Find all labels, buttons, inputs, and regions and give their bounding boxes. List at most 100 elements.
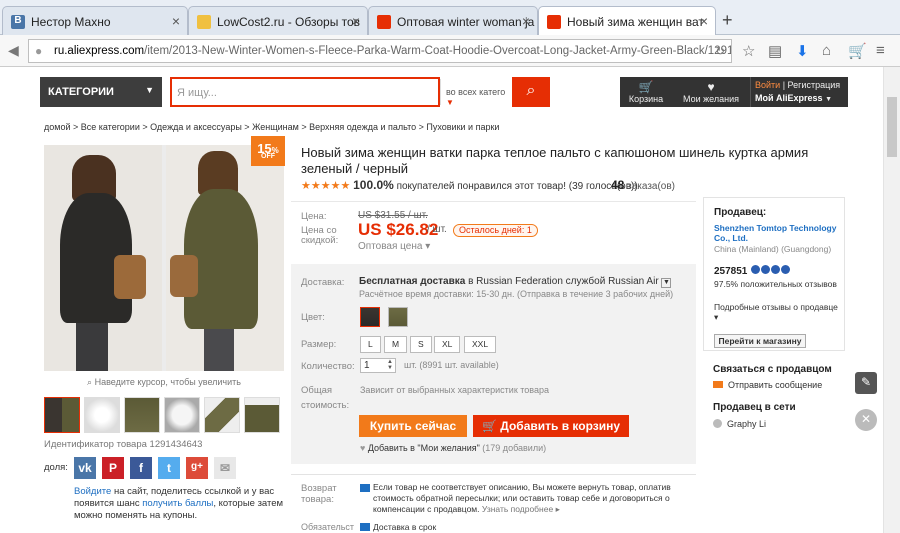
close-circle-icon[interactable]: ✕ xyxy=(855,409,877,431)
url-field[interactable]: ● ru.aliexpress.com/item/2013-New-Winter… xyxy=(28,39,732,63)
facebook-share-icon[interactable]: f xyxy=(130,457,152,479)
register-link[interactable]: | Регистрация xyxy=(783,80,840,90)
delivery-time-icon xyxy=(360,523,370,531)
close-icon[interactable]: × xyxy=(172,13,180,29)
breadcrumb[interactable]: домой > Все категории > Одежда и аксессу… xyxy=(44,122,499,132)
browser-tab[interactable]: LowCost2.ru - Обзоры тов × xyxy=(188,6,368,36)
color-option-green[interactable] xyxy=(388,307,408,327)
categories-button[interactable]: КАТЕГОРИИ ▼ xyxy=(40,77,162,107)
search-scope-value: во всех катего xyxy=(446,87,506,97)
chevron-down-icon: ▼ xyxy=(446,98,454,107)
quantity-value[interactable]: 1 xyxy=(364,360,370,371)
size-option[interactable]: S xyxy=(410,336,432,353)
quantity-stepper[interactable]: 1 ▲ ▼ xyxy=(360,358,396,373)
browser-tab-bar: В Нестор Махно × LowCost2.ru - Обзоры то… xyxy=(0,0,900,36)
cart-link[interactable]: 🛒 Корзина xyxy=(620,77,672,107)
categories-label: КАТЕГОРИИ xyxy=(48,86,114,98)
pinterest-share-icon[interactable]: P xyxy=(102,457,124,479)
login-link[interactable]: Войти xyxy=(755,80,780,90)
size-option[interactable]: XXL xyxy=(464,336,497,353)
add-to-cart-label: Добавить в корзину xyxy=(500,419,621,433)
color-option-black[interactable] xyxy=(360,307,380,327)
thumbnail-strip xyxy=(44,397,284,433)
size-option[interactable]: XL xyxy=(434,336,461,353)
visit-store-button[interactable]: Перейти к магазину xyxy=(714,334,806,348)
shopping-cart-icon[interactable]: 🛒 xyxy=(848,42,867,60)
my-aliexpress-link[interactable]: Мой AliExpress xyxy=(755,93,823,103)
star-icon[interactable]: ☆ xyxy=(742,42,755,60)
positive-text[interactable]: покупателей понравился этот товар! (39 г… xyxy=(394,181,638,192)
medal-icon xyxy=(771,265,781,274)
download-icon[interactable]: ⬇ xyxy=(796,42,809,60)
account-menu[interactable]: Войти | Регистрация Мой AliExpress ▼ xyxy=(750,77,848,107)
online-seller[interactable]: Graphy Li xyxy=(713,419,766,429)
menu-icon[interactable]: ≡ xyxy=(876,42,885,59)
search-scope-select[interactable]: во всех катего ▼ xyxy=(440,79,514,107)
vk-share-icon[interactable]: vk xyxy=(74,457,96,479)
color-label: Цвет: xyxy=(301,312,325,323)
wishlist-label: Мои желания xyxy=(683,94,739,104)
login-link[interactable]: Войдите xyxy=(74,486,111,497)
chevron-down-icon[interactable]: ▼ xyxy=(661,278,672,288)
size-option[interactable]: L xyxy=(360,336,381,353)
send-message-link[interactable]: Отправить сообщение xyxy=(713,380,822,390)
add-to-cart-button[interactable]: 🛒 Добавить в корзину xyxy=(473,415,629,437)
thumbnail[interactable] xyxy=(204,397,240,433)
thumbnail[interactable] xyxy=(244,397,280,433)
lowcost-favicon-icon xyxy=(197,15,211,29)
thumbnail[interactable] xyxy=(124,397,160,433)
wishlist-add-label: Добавить в "Мои желания" xyxy=(367,443,480,453)
medal-icon xyxy=(781,265,791,274)
seller-name[interactable]: Shenzhen Tomtop Technology Co., Ltd. xyxy=(714,223,839,243)
heart-icon: ♥ xyxy=(707,80,715,94)
orders-count: 48 заказа(ов) xyxy=(611,178,675,192)
twitter-share-icon[interactable]: t xyxy=(158,457,180,479)
quantity-label: Количество: xyxy=(301,361,355,372)
address-bar: ◀ ● ru.aliexpress.com/item/2013-New-Wint… xyxy=(0,35,900,67)
browser-tab[interactable]: Оптовая winter woman ja × xyxy=(368,6,538,36)
seller-feedback-link[interactable]: Подробные отзывы о продавце ▾ xyxy=(714,302,839,322)
delivery-info: Бесплатная доставка в Russian Federation… xyxy=(359,276,672,288)
close-icon[interactable]: × xyxy=(522,13,530,29)
new-tab-icon[interactable]: + xyxy=(722,10,733,31)
wholesale-price-link[interactable]: Оптовая цена ▾ xyxy=(358,241,430,252)
buy-now-button[interactable]: Купить сейчас xyxy=(359,415,467,437)
wishlist-link[interactable]: ♥ Мои желания xyxy=(672,77,750,107)
thumbnail[interactable] xyxy=(44,397,80,433)
add-to-wishlist[interactable]: ♥ Добавить в "Мои желания" (179 добавили… xyxy=(360,443,546,453)
heart-icon: ♥ xyxy=(360,443,368,453)
edit-pencil-icon[interactable]: ✎ xyxy=(855,372,877,394)
site-header: КАТЕГОРИИ ▼ Я ищу... во всех катего ▼ ⌕ … xyxy=(40,77,848,107)
on-time-delivery: Доставка в срок xyxy=(373,522,437,532)
thumbnail[interactable] xyxy=(164,397,200,433)
google-plus-share-icon[interactable]: g+ xyxy=(186,457,208,479)
search-box[interactable]: Я ищу... во всех катего ▼ xyxy=(170,77,514,107)
search-input[interactable]: Я ищу... xyxy=(177,87,217,99)
cart-icon: 🛒 xyxy=(481,419,497,433)
close-icon[interactable]: × xyxy=(352,13,360,29)
browser-tab[interactable]: В Нестор Махно × xyxy=(2,6,188,36)
bag-shape xyxy=(114,255,146,299)
size-option[interactable]: M xyxy=(384,336,408,353)
reading-list-icon[interactable]: ▤ xyxy=(768,42,782,60)
email-share-icon[interactable]: ✉ xyxy=(214,457,236,479)
quantity-available: шт. (8991 шт. available) xyxy=(404,360,499,370)
return-policy: Если товар не соответствует описанию, Вы… xyxy=(373,482,688,515)
search-button[interactable]: ⌕ xyxy=(512,77,550,107)
home-icon[interactable]: ⌂ xyxy=(822,42,831,59)
zoom-hint-text: Наведите курсор, чтобы увеличить xyxy=(94,377,241,387)
browser-tab-active[interactable]: Новый зима женщин ват × xyxy=(538,6,716,36)
back-icon[interactable]: ◀ xyxy=(8,42,19,59)
offline-status-icon xyxy=(713,419,722,428)
get-points-link[interactable]: получить баллы xyxy=(142,498,213,509)
free-shipping: Бесплатная доставка xyxy=(359,276,466,287)
stepper-arrows-icon[interactable]: ▲ ▼ xyxy=(387,359,393,371)
total-label: Общая стоимость: xyxy=(301,383,349,413)
close-icon[interactable]: × xyxy=(700,13,708,29)
product-main-image[interactable] xyxy=(44,145,284,371)
seller-location: China (Mainland) (Guangdong) xyxy=(714,244,832,254)
reload-icon[interactable]: ↻ xyxy=(715,44,725,58)
seller-score: 257851 xyxy=(714,265,791,277)
learn-more-link[interactable]: Узнать подробнее ▸ xyxy=(482,504,560,514)
thumbnail[interactable] xyxy=(84,397,120,433)
